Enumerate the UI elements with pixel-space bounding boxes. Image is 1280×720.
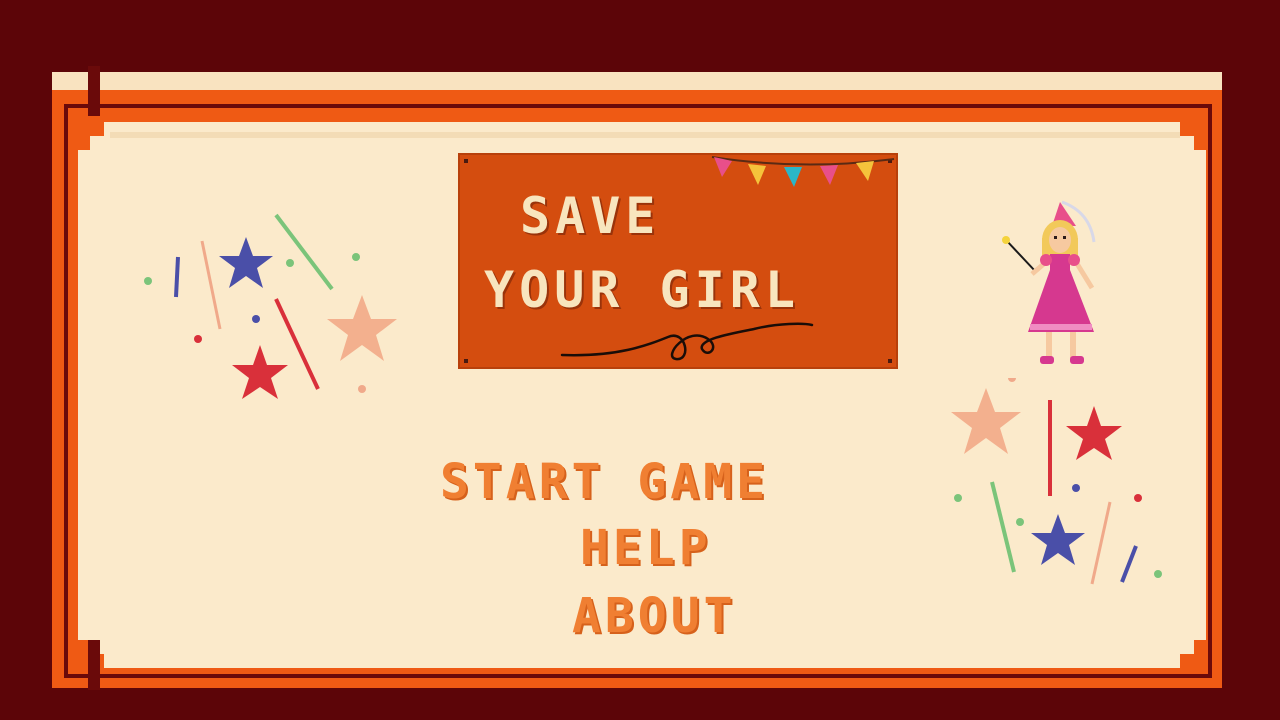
star-icon: [1031, 514, 1085, 565]
confetti-right: [951, 378, 1162, 585]
rivet-icon: [464, 159, 468, 163]
confetti-left: [144, 213, 397, 399]
star-icon: [951, 388, 1021, 454]
start-game-button[interactable]: START GAME: [440, 458, 769, 506]
star-icon: [327, 295, 397, 361]
princess-character-icon: [1002, 200, 1096, 364]
star-icon: [219, 237, 273, 288]
rivet-icon: [464, 359, 468, 363]
bunting-flags-icon: [711, 156, 895, 187]
title-sign: SAVE YOUR GIRL: [458, 153, 898, 369]
about-button[interactable]: ABOUT: [572, 592, 737, 640]
rivet-icon: [888, 359, 892, 363]
title-line-1: SAVE: [520, 187, 661, 245]
star-icon: [232, 345, 288, 399]
help-button[interactable]: HELP: [580, 524, 712, 572]
title-line-2: YOUR GIRL: [484, 261, 800, 319]
squiggle-icon: [560, 322, 814, 361]
star-icon: [1066, 406, 1122, 460]
